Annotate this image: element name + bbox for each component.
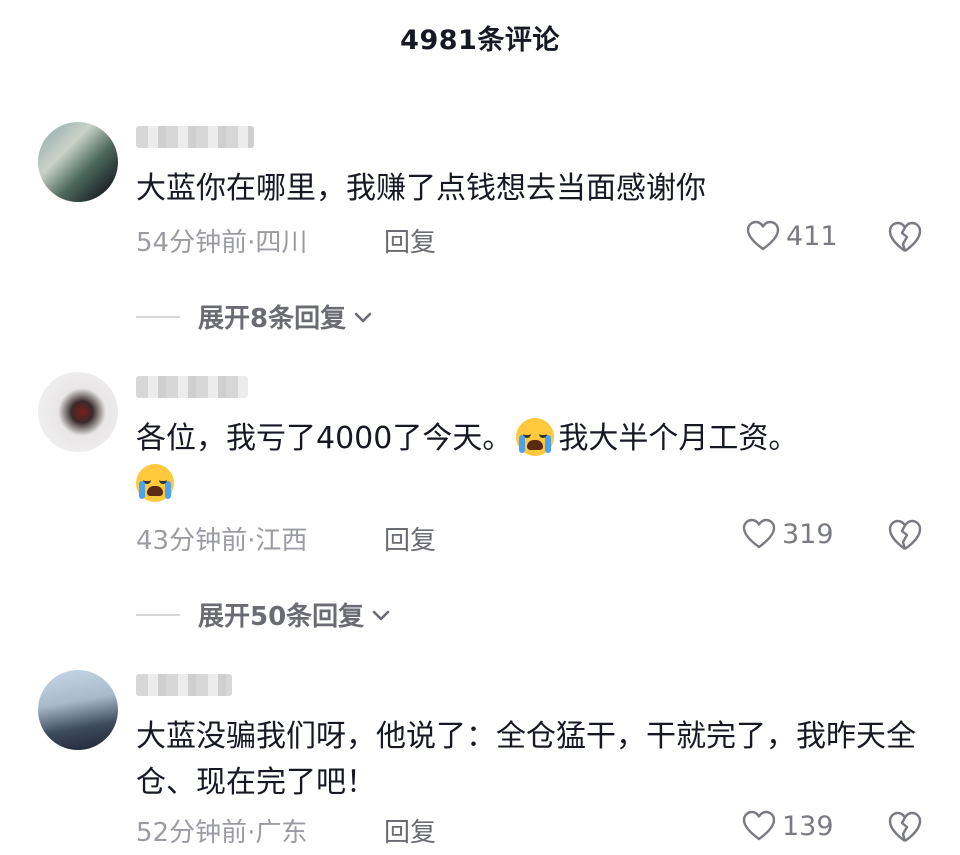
like-button[interactable]: 139 bbox=[742, 810, 834, 842]
broken-heart-icon[interactable] bbox=[887, 810, 923, 844]
like-count: 139 bbox=[782, 810, 834, 842]
comment-text: 大蓝没骗我们呀，他说了：全仓猛干，干就完了，我昨天全仓、现在完了吧！ bbox=[136, 719, 916, 800]
like-button[interactable]: 411 bbox=[746, 220, 838, 252]
comment-time: 54分钟前 bbox=[136, 228, 248, 258]
comment-time: 43分钟前 bbox=[136, 526, 248, 556]
reply-button[interactable]: 回复 bbox=[384, 222, 436, 259]
heart-icon bbox=[746, 220, 780, 251]
crying-face-icon bbox=[136, 464, 174, 502]
comment-time: 52分钟前 bbox=[136, 818, 248, 848]
comment-location: 江西 bbox=[255, 526, 308, 556]
avatar[interactable] bbox=[38, 122, 118, 202]
username-blurred[interactable] bbox=[136, 674, 232, 696]
comment-text: 大蓝你在哪里，我赚了点钱想去当面感谢你 bbox=[136, 171, 706, 206]
like-count: 411 bbox=[786, 220, 838, 252]
chevron-down-icon bbox=[354, 312, 372, 322]
comment-text: 各位，我亏了4000了今天。 我大半个月工资。 bbox=[136, 416, 936, 508]
expand-label: 展开8条回复 bbox=[198, 304, 347, 334]
comment-location: 四川 bbox=[255, 228, 308, 258]
expand-replies-button[interactable]: 展开8条回复 bbox=[136, 298, 374, 335]
comment-text-part-1: 各位，我亏了4000了今天。 bbox=[136, 421, 513, 456]
comment-meta: 43分钟前·江西 bbox=[136, 520, 307, 557]
avatar[interactable] bbox=[38, 372, 118, 452]
expand-replies-button[interactable]: 展开50条回复 bbox=[136, 596, 392, 633]
comment-count-title: 4981条评论 bbox=[400, 25, 560, 56]
broken-heart-icon[interactable] bbox=[887, 518, 923, 552]
username-blurred[interactable] bbox=[136, 126, 254, 148]
comment-meta: 52分钟前·广东 bbox=[136, 812, 307, 849]
expand-label: 展开50条回复 bbox=[198, 602, 365, 632]
comment-location: 广东 bbox=[255, 818, 308, 848]
comment-meta: 54分钟前·四川 bbox=[136, 222, 307, 259]
divider bbox=[136, 613, 180, 616]
heart-icon bbox=[742, 810, 776, 841]
heart-icon bbox=[742, 518, 776, 549]
comment-text-part-2: 我大半个月工资。 bbox=[558, 421, 799, 456]
chevron-down-icon bbox=[372, 610, 390, 620]
username-blurred[interactable] bbox=[136, 376, 248, 398]
like-button[interactable]: 319 bbox=[742, 518, 834, 550]
reply-button[interactable]: 回复 bbox=[384, 520, 436, 557]
divider bbox=[136, 315, 180, 318]
broken-heart-icon[interactable] bbox=[887, 220, 923, 254]
like-count: 319 bbox=[782, 518, 834, 550]
crying-face-icon bbox=[516, 418, 555, 456]
reply-button[interactable]: 回复 bbox=[384, 812, 436, 849]
avatar[interactable] bbox=[38, 670, 118, 750]
